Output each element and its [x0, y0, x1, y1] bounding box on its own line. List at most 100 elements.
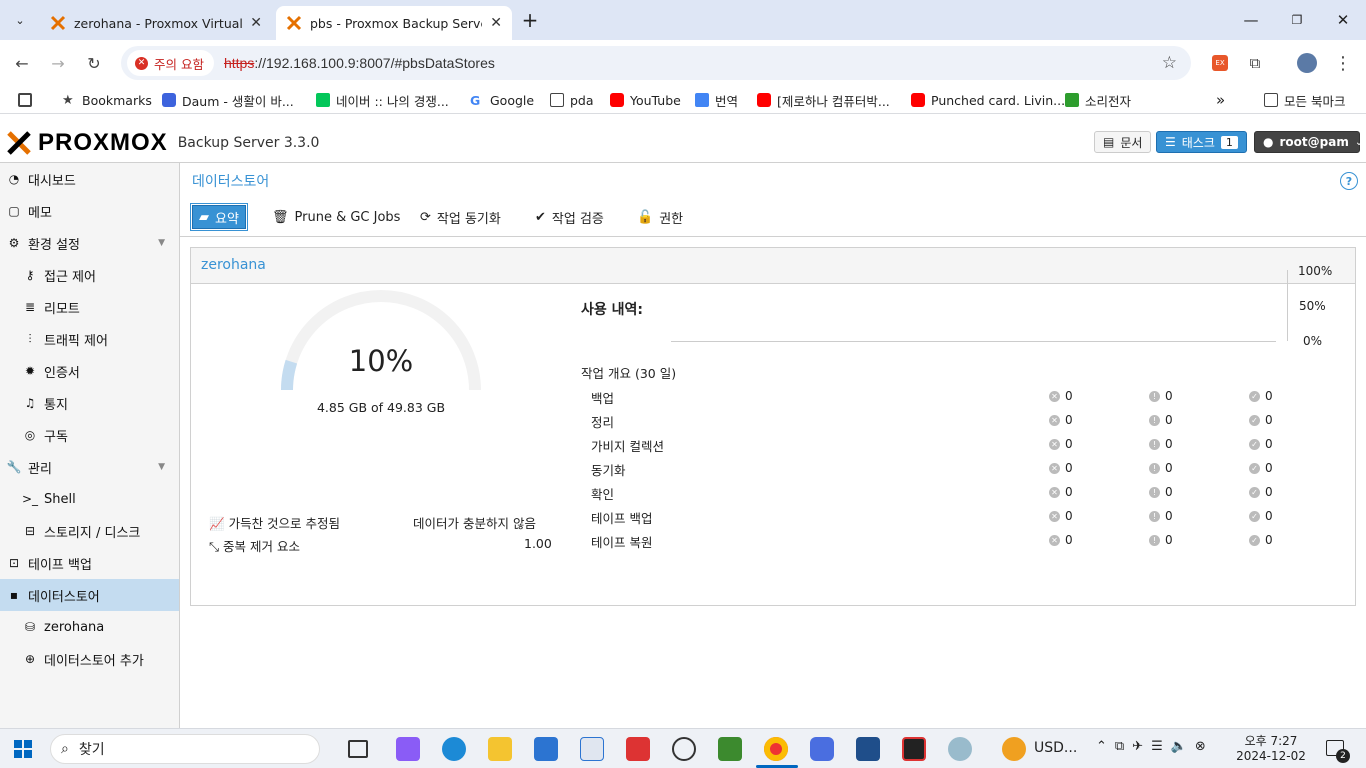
chrome-icon[interactable] [764, 737, 788, 761]
task-view-icon[interactable] [348, 740, 368, 758]
bookmark-item[interactable]: 소리전자 [1065, 90, 1131, 110]
bookmark-item[interactable]: YouTube [610, 90, 681, 110]
task-count-ok[interactable]: ✓ 0 [1249, 413, 1273, 427]
security-warning-chip[interactable]: ✕ 주의 요함 [127, 50, 214, 76]
task-count-ok[interactable]: ✓ 0 [1249, 509, 1273, 523]
media-player-icon[interactable] [580, 737, 604, 761]
extension-ex-icon[interactable]: EX [1205, 48, 1235, 78]
task-count-warn[interactable]: ! 0 [1149, 461, 1173, 475]
task-count-ok[interactable]: ✓ 0 [1249, 437, 1273, 451]
task-count-warn[interactable]: ! 0 [1149, 413, 1173, 427]
task-count-ok[interactable]: ✓ 0 [1249, 389, 1273, 403]
minimize-window-icon[interactable]: — [1228, 0, 1274, 40]
task-count-ok[interactable]: ✓ 0 [1249, 485, 1273, 499]
sidebar-item-dashboard[interactable]: ◔ 대시보드 [0, 163, 179, 195]
new-tab-plus-icon[interactable]: + [514, 0, 546, 40]
task-count-warn[interactable]: ! 0 [1149, 389, 1173, 403]
steering-wheel-app-icon[interactable] [672, 737, 696, 761]
camera-app-icon[interactable] [902, 737, 926, 761]
profile-avatar[interactable] [1292, 48, 1322, 78]
browser-tab-pbs[interactable]: pbs - Proxmox Backup Server ✕ [276, 6, 512, 40]
bookmark-item[interactable]: Punched card. Livin... [911, 90, 1065, 110]
paint-icon[interactable] [948, 737, 972, 761]
task-count-warn[interactable]: ! 0 [1149, 509, 1173, 523]
virtualbox-icon[interactable] [856, 737, 880, 761]
task-count-err[interactable]: ✕ 0 [1049, 461, 1073, 475]
bookmark-item[interactable]: Daum - 생활이 바... [162, 90, 294, 110]
tab-prune-gc-jobs[interactable]: 🗑 Prune & GC Jobs [266, 205, 406, 229]
sidebar-item-access-control[interactable]: ⚷ 접근 제어 [0, 259, 179, 291]
sidebar-item-storage-disks[interactable]: ⊟ 스토리지 / 디스크 [0, 515, 179, 547]
app-icon[interactable] [810, 737, 834, 761]
system-tray-icons[interactable]: ⌃⧉✈☰🔈⊗ [1096, 739, 1214, 754]
back-arrow-icon[interactable]: ← [7, 48, 37, 78]
close-window-icon[interactable]: ✕ [1320, 0, 1366, 40]
address-bar[interactable]: ✕ 주의 요함 https://192.168.100.9:8007/#pbsD… [121, 46, 1191, 80]
close-tab-icon[interactable]: ✕ [250, 15, 262, 31]
apps-grid-icon[interactable] [18, 90, 32, 110]
user-menu-button[interactable]: ● root@pam ⌄ [1254, 131, 1363, 153]
clock-date[interactable]: 2024-12-02 [1236, 749, 1306, 763]
collapse-caret-icon[interactable]: ▼ [158, 462, 165, 472]
sidebar-item-add-datastore[interactable]: ⊕ 데이터스토어 추가 [0, 643, 179, 675]
reload-icon[interactable]: ↻ [79, 48, 109, 78]
edge-icon[interactable] [442, 737, 466, 761]
bookmark-star-icon[interactable]: ☆ [1162, 53, 1177, 73]
forward-arrow-icon[interactable]: → [43, 48, 73, 78]
task-count-warn[interactable]: ! 0 [1149, 437, 1173, 451]
sidebar-item-certificates[interactable]: ✹ 인증서 [0, 355, 179, 387]
tab-summary[interactable]: ▰ 요약 [190, 203, 248, 231]
pin-app-icon[interactable] [626, 737, 650, 761]
browser-tab-pve[interactable]: zerohana - Proxmox Virtual Environment ✕ [40, 6, 272, 40]
tab-sync-jobs[interactable]: ⟳ 작업 동기화 [414, 205, 507, 229]
task-count-err[interactable]: ✕ 0 [1049, 413, 1073, 427]
bookmark-item[interactable]: pda [550, 90, 594, 110]
tab-verify-jobs[interactable]: ✔ 작업 검증 [529, 205, 610, 229]
help-icon[interactable]: ? [1340, 172, 1358, 190]
copilot-icon[interactable] [396, 737, 420, 761]
tab-permissions[interactable]: 🔓 권한 [631, 205, 689, 229]
sidebar-item-administration[interactable]: 🔧 관리 ▼ [0, 451, 179, 483]
w-app-icon[interactable] [718, 737, 742, 761]
file-explorer-icon[interactable] [488, 737, 512, 761]
close-tab-icon[interactable]: ✕ [490, 15, 502, 31]
task-count-err[interactable]: ✕ 0 [1049, 389, 1073, 403]
task-count-warn[interactable]: ! 0 [1149, 533, 1173, 547]
currency-widget-label[interactable]: USD... [1034, 740, 1077, 756]
sidebar-item-notifications[interactable]: ♫ 통지 [0, 387, 179, 419]
restore-window-icon[interactable]: ❐ [1274, 0, 1320, 40]
mail-icon[interactable] [534, 737, 558, 761]
task-count-ok[interactable]: ✓ 0 [1249, 461, 1273, 475]
task-count-err[interactable]: ✕ 0 [1049, 509, 1073, 523]
tab-search-chevron-icon[interactable]: ⌄ [4, 0, 36, 40]
sidebar-item-remotes[interactable]: ≣ 리모트 [0, 291, 179, 323]
sidebar-item-traffic-control[interactable]: ⫶ 트래픽 제어 [0, 323, 179, 355]
sidebar-item-datastore[interactable]: ▪ 데이터스토어 [0, 579, 179, 611]
sidebar-item-notes[interactable]: ▢ 메모 [0, 195, 179, 227]
sidebar-item-configuration[interactable]: ⚙ 환경 설정 ▼ [0, 227, 179, 259]
sidebar-item-subscription[interactable]: ◎ 구독 [0, 419, 179, 451]
bookmark-item[interactable]: G Google [470, 90, 534, 110]
sidebar-item-shell[interactable]: >_ Shell [0, 483, 179, 515]
sidebar-item-zerohana[interactable]: ⛁ zerohana [0, 611, 179, 643]
task-count-err[interactable]: ✕ 0 [1049, 533, 1073, 547]
more-bookmarks-chevron-icon[interactable]: » [1216, 90, 1225, 110]
url-text[interactable]: https://192.168.100.9:8007/#pbsDataStore… [224, 55, 495, 71]
docs-button[interactable]: ▤ 문서 [1094, 131, 1152, 153]
currency-widget-icon[interactable] [1002, 737, 1026, 761]
bookmark-item[interactable]: ★ Bookmarks [62, 90, 152, 110]
clock-time[interactable]: 오후 7:27 [1236, 732, 1306, 749]
task-count-ok[interactable]: ✓ 0 [1249, 533, 1273, 547]
extensions-puzzle-icon[interactable]: ⧉ [1240, 48, 1270, 78]
bookmark-item[interactable]: [제로하나 컴퓨터박... [757, 90, 890, 110]
collapse-caret-icon[interactable]: ▼ [158, 238, 165, 248]
task-count-err[interactable]: ✕ 0 [1049, 485, 1073, 499]
bookmark-item[interactable]: 번역 [695, 90, 738, 110]
tasks-button[interactable]: ☰ 태스크 1 [1156, 131, 1247, 153]
taskbar-search-box[interactable]: ⌕ 찾기 [50, 734, 320, 764]
task-count-err[interactable]: ✕ 0 [1049, 437, 1073, 451]
bookmark-item[interactable]: 네이버 :: 나의 경쟁... [316, 90, 449, 110]
task-count-warn[interactable]: ! 0 [1149, 485, 1173, 499]
sidebar-item-tape-backup[interactable]: ⊡ 테이프 백업 [0, 547, 179, 579]
browser-menu-icon[interactable]: ⋮ [1328, 48, 1358, 78]
